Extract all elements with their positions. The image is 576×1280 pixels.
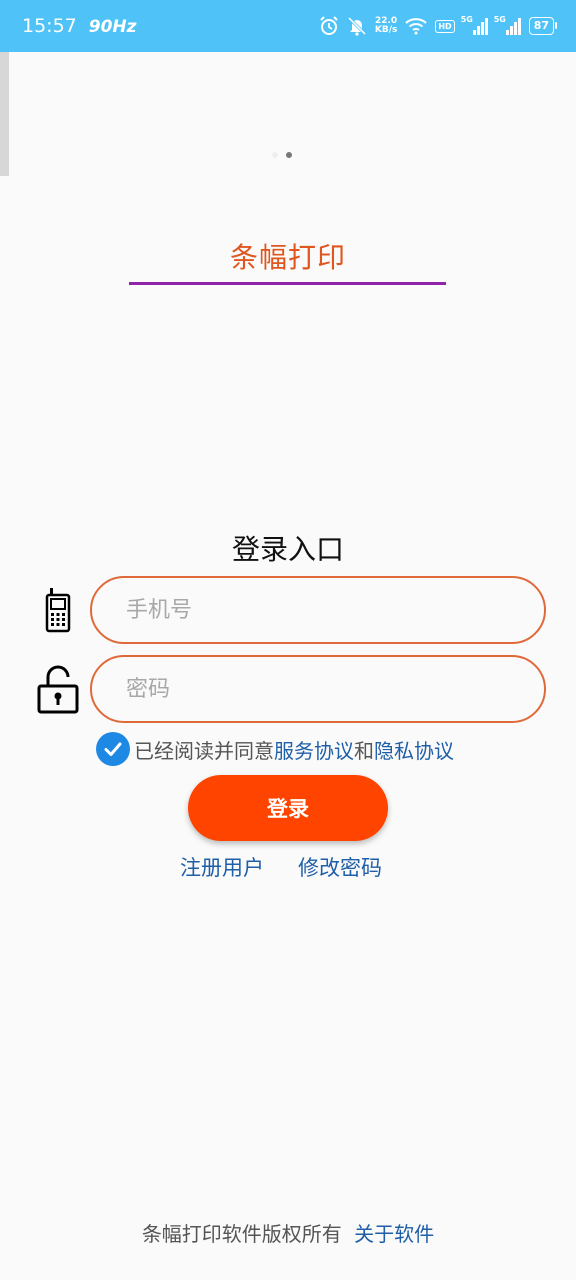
hd-badge: HD bbox=[435, 19, 455, 33]
carousel-dot-active[interactable] bbox=[286, 152, 292, 158]
signal-icon: 5G bbox=[460, 14, 488, 35]
register-link[interactable]: 注册用户 bbox=[180, 852, 264, 882]
phone-input[interactable] bbox=[90, 576, 546, 644]
privacy-agreement-link[interactable]: 隐私协议 bbox=[374, 735, 454, 764]
password-row bbox=[30, 655, 546, 723]
carousel-dot[interactable] bbox=[272, 152, 278, 158]
wifi-icon bbox=[405, 15, 428, 37]
login-button[interactable]: 登录 bbox=[188, 775, 388, 841]
login-heading: 登录入口 bbox=[231, 533, 344, 566]
service-agreement-link[interactable]: 服务协议 bbox=[274, 735, 354, 764]
agreement-row: 已经阅读并同意 服务协议 和 隐私协议 bbox=[96, 732, 454, 766]
check-icon[interactable] bbox=[96, 732, 130, 766]
status-bar: 15:57 90Hz 22.0 KB/s HD 5G 5G 87 bbox=[0, 0, 576, 52]
password-input[interactable] bbox=[90, 655, 546, 723]
signal-2-label: 5G bbox=[493, 14, 506, 24]
signal-1-label: 5G bbox=[460, 14, 473, 24]
carousel-edge bbox=[0, 52, 9, 176]
signal-icon: 5G bbox=[493, 14, 521, 35]
status-time: 15:57 bbox=[22, 15, 77, 37]
change-password-link[interactable]: 修改密码 bbox=[298, 852, 382, 882]
agreement-prefix: 已经阅读并同意 bbox=[134, 738, 274, 763]
net-speed-unit: KB/s bbox=[374, 25, 398, 35]
mute-icon bbox=[347, 15, 367, 37]
net-speed: 22.0 KB/s bbox=[375, 17, 397, 35]
phone-row bbox=[30, 576, 546, 644]
carousel-dots bbox=[272, 152, 292, 158]
footer: 条幅打印软件版权所有 关于软件 bbox=[0, 1218, 576, 1247]
app-title: 条幅打印 bbox=[229, 241, 346, 274]
title-underline bbox=[129, 282, 446, 285]
copyright-text: 条幅打印软件版权所有 bbox=[141, 1222, 342, 1246]
about-link[interactable]: 关于软件 bbox=[354, 1222, 434, 1246]
status-right: 22.0 KB/s HD 5G 5G 87 bbox=[319, 14, 558, 37]
status-left: 15:57 90Hz bbox=[22, 15, 137, 37]
battery-icon: 87 bbox=[528, 17, 558, 35]
phone-icon bbox=[30, 582, 86, 638]
refresh-rate: 90Hz bbox=[88, 17, 137, 37]
unlock-icon bbox=[30, 661, 86, 717]
account-links: 注册用户 修改密码 bbox=[180, 852, 382, 882]
agreement-and: 和 bbox=[354, 738, 374, 763]
alarm-icon bbox=[319, 15, 339, 37]
